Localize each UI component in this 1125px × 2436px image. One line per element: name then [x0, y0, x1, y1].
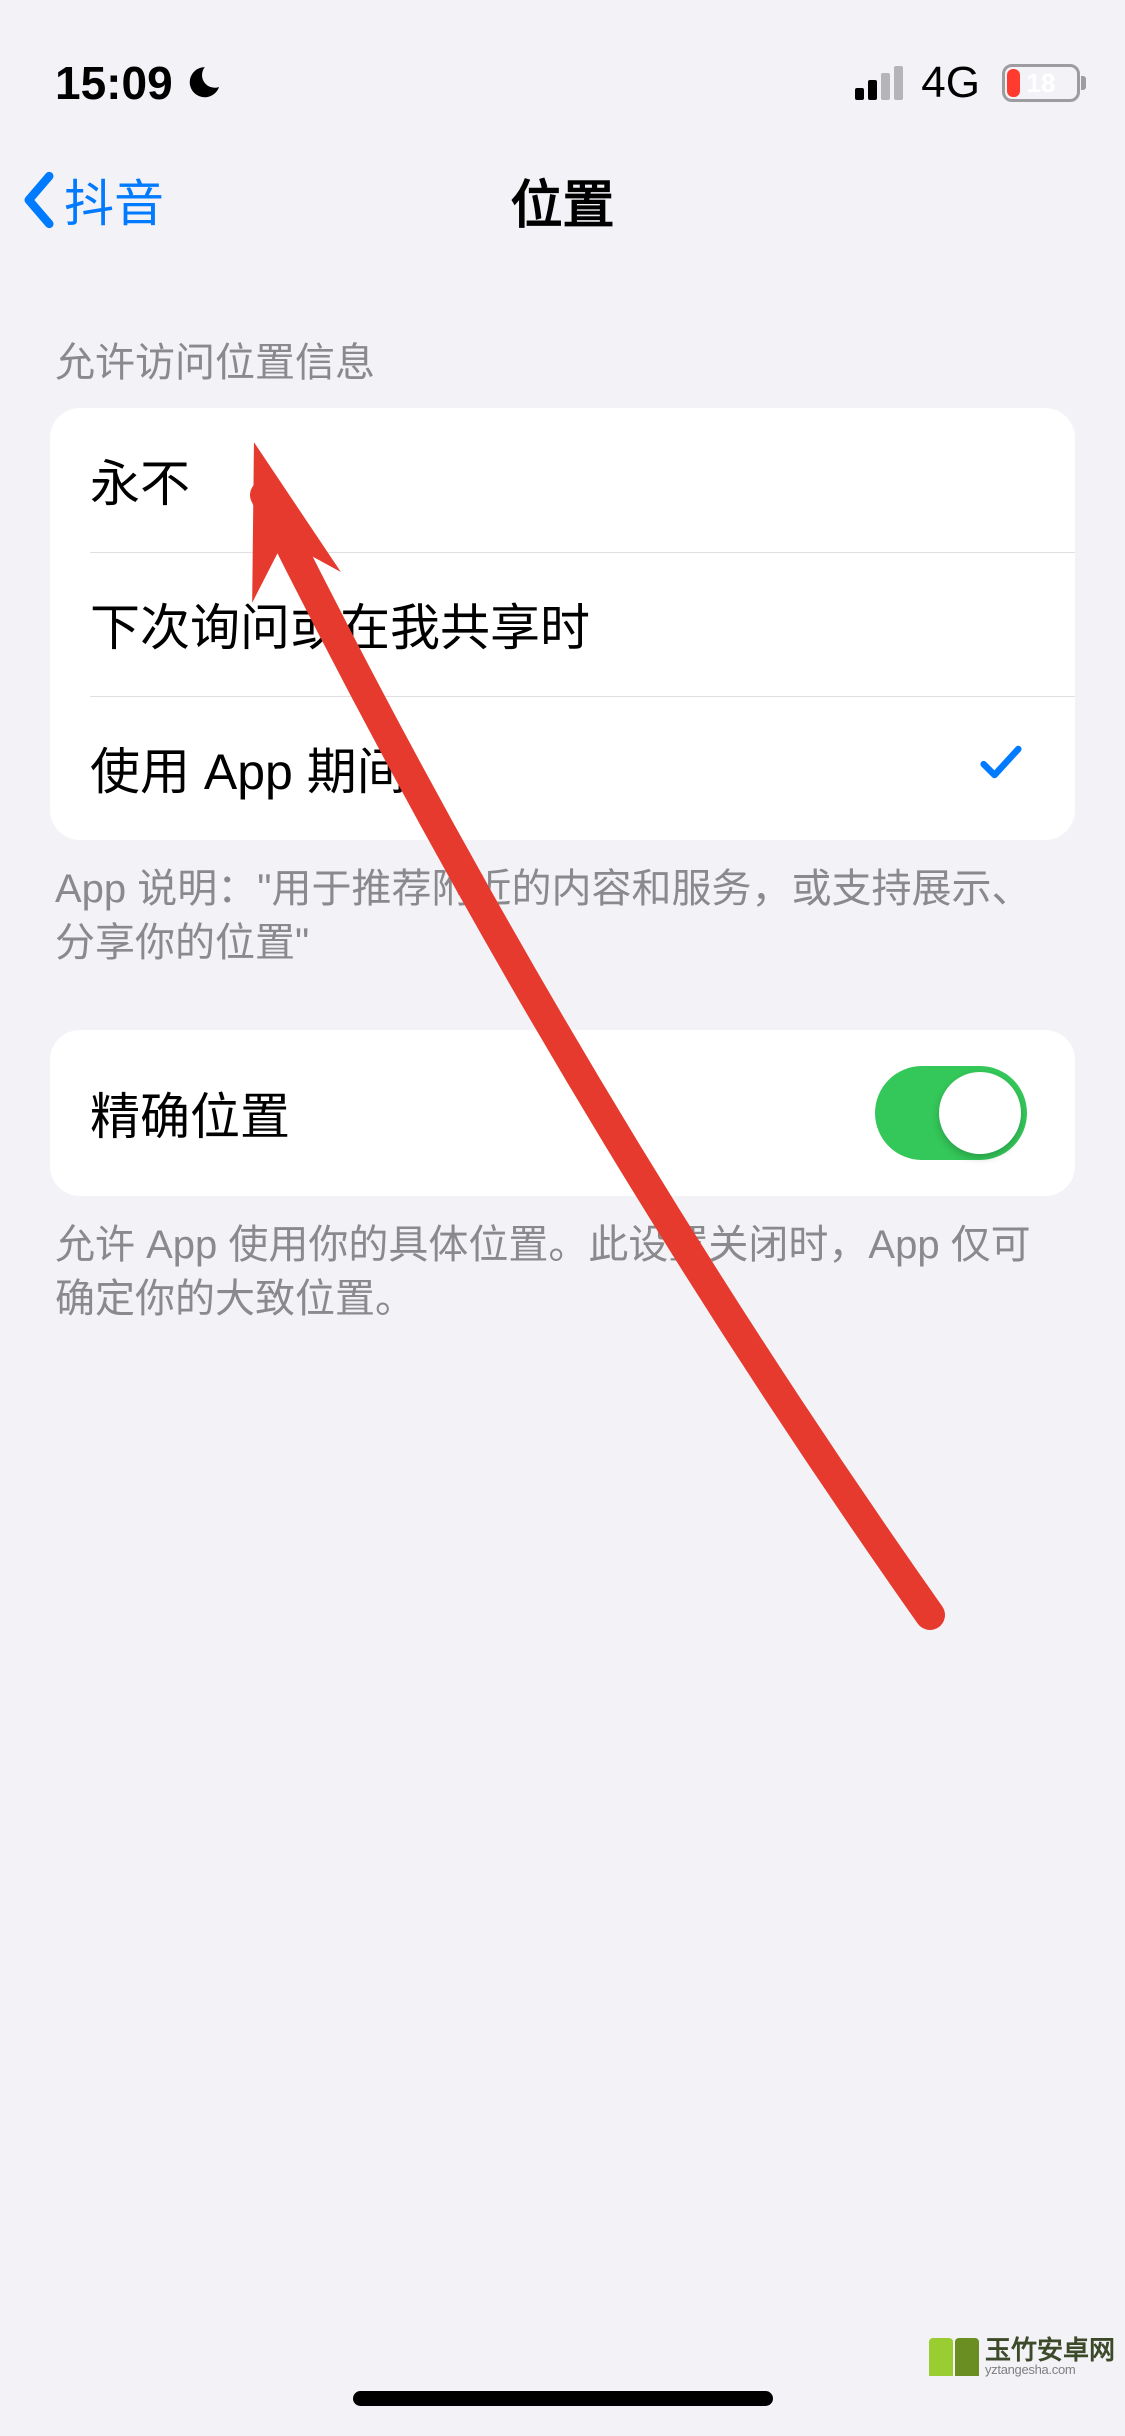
chevron-left-icon	[20, 171, 58, 229]
watermark-logo-icon	[929, 2338, 979, 2376]
do-not-disturb-icon	[185, 64, 223, 102]
precise-location-toggle[interactable]	[875, 1066, 1027, 1160]
option-label: 永不	[90, 444, 190, 516]
cellular-signal-icon	[855, 66, 905, 100]
watermark-name: 玉竹安卓网	[985, 2337, 1115, 2363]
status-left: 15:09	[55, 56, 223, 110]
section-footer-location-access: App 说明："用于推荐附近的内容和服务，或支持展示、分享你的位置"	[0, 840, 1125, 970]
precise-location-label: 精确位置	[90, 1077, 290, 1149]
battery-icon: 18	[1002, 64, 1080, 102]
option-ask-next-time[interactable]: 下次询问或在我共享时	[50, 552, 1075, 696]
home-indicator[interactable]	[353, 2391, 773, 2406]
network-type: 4G	[921, 58, 980, 108]
toggle-knob	[939, 1072, 1021, 1154]
option-label: 下次询问或在我共享时	[90, 588, 590, 660]
watermark: 玉竹安卓网 yztangesha.com	[929, 2337, 1115, 2376]
section-header-location-access: 允许访问位置信息	[0, 270, 1125, 408]
watermark-url: yztangesha.com	[985, 2363, 1115, 2376]
precise-location-row[interactable]: 精确位置	[50, 1030, 1075, 1196]
precise-location-group: 精确位置	[50, 1030, 1075, 1196]
status-right: 4G 18	[855, 58, 1080, 108]
option-label: 使用 App 期间	[90, 732, 407, 804]
back-button[interactable]: 抖音	[20, 164, 164, 236]
option-never[interactable]: 永不	[50, 408, 1075, 552]
nav-bar: 抖音 位置	[0, 130, 1125, 270]
section-footer-precise-location: 允许 App 使用你的具体位置。此设置关闭时，App 仅可确定你的大致位置。	[0, 1196, 1125, 1326]
status-time: 15:09	[55, 56, 173, 110]
option-while-using[interactable]: 使用 App 期间	[50, 696, 1075, 840]
checkmark-icon	[975, 736, 1027, 800]
back-label: 抖音	[64, 164, 164, 236]
page-title: 位置	[510, 163, 614, 238]
battery-percent: 18	[1005, 67, 1077, 99]
status-bar: 15:09 4G 18	[0, 0, 1125, 130]
location-access-group: 永不 下次询问或在我共享时 使用 App 期间	[50, 408, 1075, 840]
